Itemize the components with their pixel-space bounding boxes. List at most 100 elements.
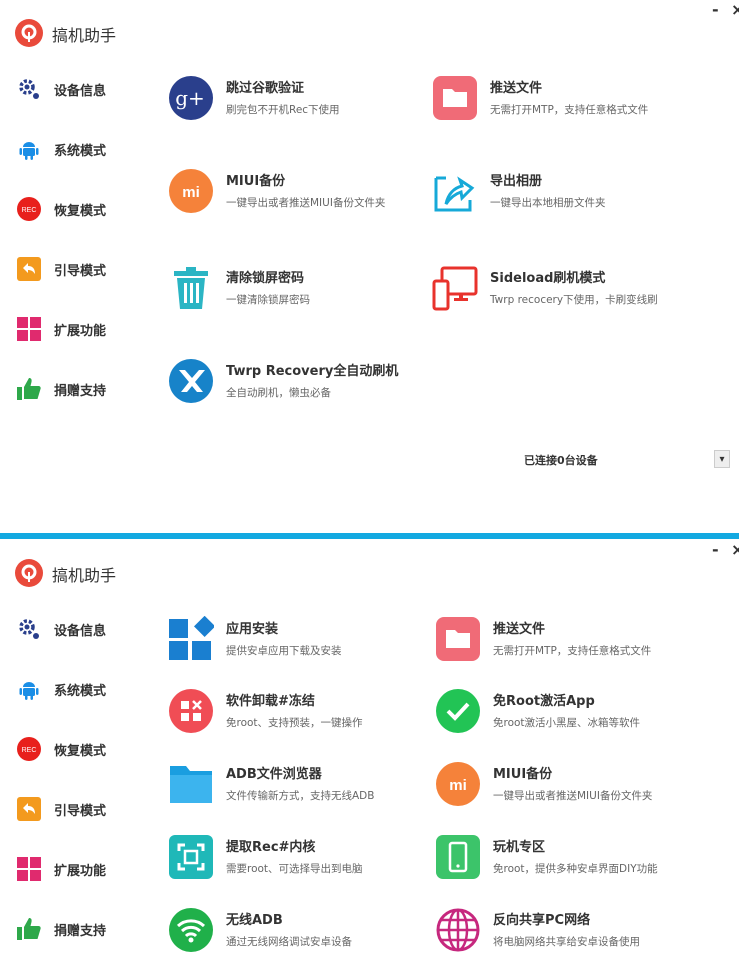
rec-icon: REC xyxy=(16,736,42,762)
sidebar-item-device-info[interactable]: 设备信息 xyxy=(16,75,126,103)
feature-title: ADB文件浏览器 xyxy=(226,767,322,782)
folder-icon xyxy=(432,75,478,121)
sidebar-item-recovery-mode[interactable]: REC 恢复模式 xyxy=(16,195,126,223)
google-plus-icon: g+ xyxy=(168,75,214,121)
feature-app-install[interactable]: 应用安装提供安卓应用下载及安装 xyxy=(168,616,438,662)
sidebar-item-label: 引导模式 xyxy=(54,263,107,279)
app-logo-icon xyxy=(15,559,43,587)
feature-skip-google[interactable]: g+ 跳过谷歌验证刷完包不开机Rec下使用 xyxy=(168,75,438,121)
feature-desc: 全自动刷机，懒虫必备 xyxy=(226,387,331,399)
tiles-icon xyxy=(16,316,42,342)
feature-title: 玩机专区 xyxy=(493,840,546,855)
sidebar-item-label: 设备信息 xyxy=(54,623,107,639)
feature-reverse-tether[interactable]: 反向共享PC网络 将电脑网络共享给安卓设备使用 xyxy=(435,907,705,953)
close-button[interactable]: × xyxy=(731,2,739,18)
back-arrow-icon xyxy=(16,796,42,822)
feature-desc: 将电脑网络共享给安卓设备使用 xyxy=(493,936,640,948)
app-install-icon xyxy=(168,616,214,662)
sidebar-item-donate[interactable]: 捐赠支持 xyxy=(16,915,126,943)
android-icon xyxy=(16,136,42,162)
feature-desc: 提供安卓应用下载及安装 xyxy=(226,645,342,657)
feature-desc: 需要root、可选择导出到电脑 xyxy=(226,863,363,875)
feature-desc: 文件传输新方式，支持无线ADB xyxy=(226,790,375,802)
feature-desc: 一键清除锁屏密码 xyxy=(226,294,310,306)
feature-desc: 无需打开MTP，支持任意格式文件 xyxy=(493,645,652,657)
minimize-button[interactable]: - xyxy=(712,542,719,558)
sidebar-item-label: 恢复模式 xyxy=(54,743,107,759)
globe-icon xyxy=(435,907,481,953)
divider xyxy=(0,533,739,539)
sidebar-item-label: 恢复模式 xyxy=(54,203,107,219)
feature-title: 导出相册 xyxy=(490,174,543,189)
feature-twrp-auto-flash[interactable]: Twrp Recovery全自动刷机 全自动刷机，懒虫必备 xyxy=(168,358,438,404)
gear-icon xyxy=(16,616,42,642)
panel-bottom: - × 搞机助手 设备信息 系统模式 REC 恢复模式 引导模式 扩展功能 捐赠… xyxy=(0,540,739,974)
feature-desc: 通过无线网络调试安卓设备 xyxy=(226,936,352,948)
folder-blue-icon xyxy=(168,761,214,807)
feature-title: 清除锁屏密码 xyxy=(226,271,305,286)
feature-export-album[interactable]: 导出相册一键导出本地相册文件夹 xyxy=(432,168,702,214)
trash-icon xyxy=(168,265,214,311)
gear-icon xyxy=(16,76,42,102)
close-button[interactable]: × xyxy=(731,542,739,558)
sidebar-item-label: 扩展功能 xyxy=(54,323,107,339)
feature-wireless-adb[interactable]: 无线ADB 通过无线网络调试安卓设备 xyxy=(168,907,438,953)
back-arrow-icon xyxy=(16,256,42,282)
feature-title: Twrp Recovery全自动刷机 xyxy=(226,364,399,379)
sidebar-item-label: 引导模式 xyxy=(54,803,107,819)
app-logo-icon xyxy=(15,19,43,47)
feature-sideload[interactable]: Sideload刷机模式 Twrp recocery下使用，卡刷变线刷 xyxy=(432,265,702,311)
sidebar-item-label: 捐赠支持 xyxy=(54,923,107,939)
svg-text:REC: REC xyxy=(22,207,37,214)
sidebar-item-label: 设备信息 xyxy=(54,83,107,99)
sidebar-item-boot-mode[interactable]: 引导模式 xyxy=(16,255,126,283)
feature-miui-backup[interactable]: mi MIUI备份 一键导出或者推送MIUI备份文件夹 xyxy=(435,761,705,807)
feature-push-file[interactable]: 推送文件无需打开MTP，支持任意格式文件 xyxy=(432,75,702,121)
tiles-icon xyxy=(16,856,42,882)
feature-desc: 刷完包不开机Rec下使用 xyxy=(226,104,340,116)
app-title: 搞机助手 xyxy=(52,566,117,585)
feature-title: 提取Rec#内核 xyxy=(226,840,316,855)
feature-uninstall-freeze[interactable]: 软件卸载#冻结 免root、支持预装，一键操作 xyxy=(168,688,438,734)
sidebar-item-extensions[interactable]: 扩展功能 xyxy=(16,315,126,343)
feature-title: 推送文件 xyxy=(490,81,543,96)
folder-icon xyxy=(435,616,481,662)
feature-desc: 免root，提供多种安卓界面DIY功能 xyxy=(493,863,658,875)
svg-text:g+: g+ xyxy=(175,86,205,110)
android-icon xyxy=(16,676,42,702)
device-dropdown[interactable]: ▾ xyxy=(714,450,730,468)
thumbs-up-icon xyxy=(16,916,42,942)
feature-desc: 免root、支持预装，一键操作 xyxy=(226,717,363,729)
feature-desc: 一键导出本地相册文件夹 xyxy=(490,197,606,209)
sidebar-item-label: 系统模式 xyxy=(54,143,107,159)
feature-title: MIUI备份 xyxy=(493,767,553,782)
sidebar-item-label: 扩展功能 xyxy=(54,863,107,879)
twrp-icon xyxy=(168,358,214,404)
minimize-button[interactable]: - xyxy=(712,2,719,18)
feature-clear-lock[interactable]: 清除锁屏密码 一键清除锁屏密码 xyxy=(168,265,438,311)
feature-title: MIUI备份 xyxy=(226,174,286,189)
check-icon xyxy=(435,688,481,734)
feature-title: 跳过谷歌验证 xyxy=(226,81,305,96)
svg-text:mi: mi xyxy=(182,184,200,201)
thumbs-up-icon xyxy=(16,376,42,402)
sidebar-item-device-info[interactable]: 设备信息 xyxy=(16,615,126,643)
feature-push-file[interactable]: 推送文件 无需打开MTP，支持任意格式文件 xyxy=(435,616,705,662)
sidebar-item-system-mode[interactable]: 系统模式 xyxy=(16,675,126,703)
feature-title: 应用安装 xyxy=(226,622,279,637)
svg-text:mi: mi xyxy=(449,777,467,794)
sidebar-item-recovery-mode[interactable]: REC 恢复模式 xyxy=(16,735,126,763)
sidebar-item-system-mode[interactable]: 系统模式 xyxy=(16,135,126,163)
svg-text:REC: REC xyxy=(22,747,37,754)
feature-tinker-zone[interactable]: 玩机专区免root，提供多种安卓界面DIY功能 xyxy=(435,834,705,880)
feature-adb-file-browser[interactable]: ADB文件浏览器文件传输新方式，支持无线ADB xyxy=(168,761,438,807)
mi-icon: mi xyxy=(435,761,481,807)
sidebar-item-boot-mode[interactable]: 引导模式 xyxy=(16,795,126,823)
sidebar-item-extensions[interactable]: 扩展功能 xyxy=(16,855,126,883)
feature-miui-backup[interactable]: mi MIUI备份 一键导出或者推送MIUI备份文件夹 xyxy=(168,168,438,214)
feature-extract-rec-kernel[interactable]: 提取Rec#内核需要root、可选择导出到电脑 xyxy=(168,834,438,880)
app-title: 搞机助手 xyxy=(52,26,117,45)
feature-desc: 无需打开MTP，支持任意格式文件 xyxy=(490,104,649,116)
sidebar-item-donate[interactable]: 捐赠支持 xyxy=(16,375,126,403)
feature-rootless-activate[interactable]: 免Root激活App 免root激活小黑屋、冰箱等软件 xyxy=(435,688,705,734)
